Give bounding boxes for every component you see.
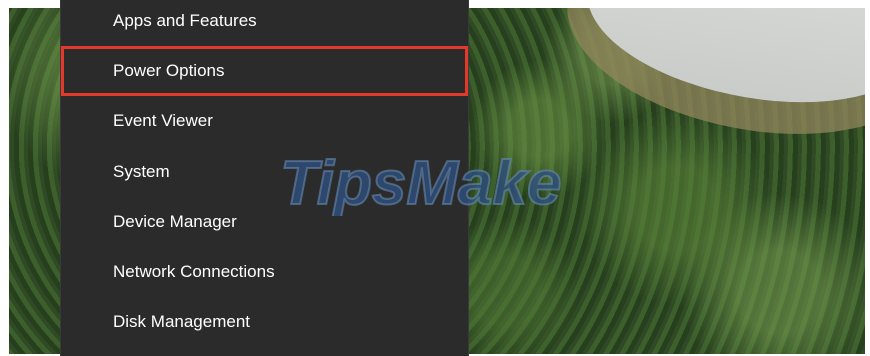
screenshot: Apps and Features Power Options Event Vi… <box>0 0 870 356</box>
menu-item-apps-and-features[interactable]: Apps and Features <box>61 0 468 46</box>
menu-item-label: Device Manager <box>113 212 237 231</box>
menu-item-system[interactable]: System <box>61 147 468 197</box>
menu-item-label: Network Connections <box>113 262 275 281</box>
menu-item-network-connections[interactable]: Network Connections <box>61 247 468 297</box>
menu-item-label: Disk Management <box>113 312 251 331</box>
menu-item-power-options[interactable]: Power Options <box>61 46 468 96</box>
winx-context-menu: Apps and Features Power Options Event Vi… <box>60 0 469 356</box>
road-curve <box>575 8 865 121</box>
menu-item-label: Power Options <box>113 61 225 80</box>
menu-item-label: System <box>113 162 170 181</box>
menu-item-label: Apps and Features <box>113 11 257 30</box>
menu-item-event-viewer[interactable]: Event Viewer <box>61 96 468 146</box>
menu-item-label: Event Viewer <box>113 111 213 130</box>
menu-item-device-manager[interactable]: Device Manager <box>61 197 468 247</box>
menu-item-disk-management[interactable]: Disk Management <box>61 297 468 347</box>
